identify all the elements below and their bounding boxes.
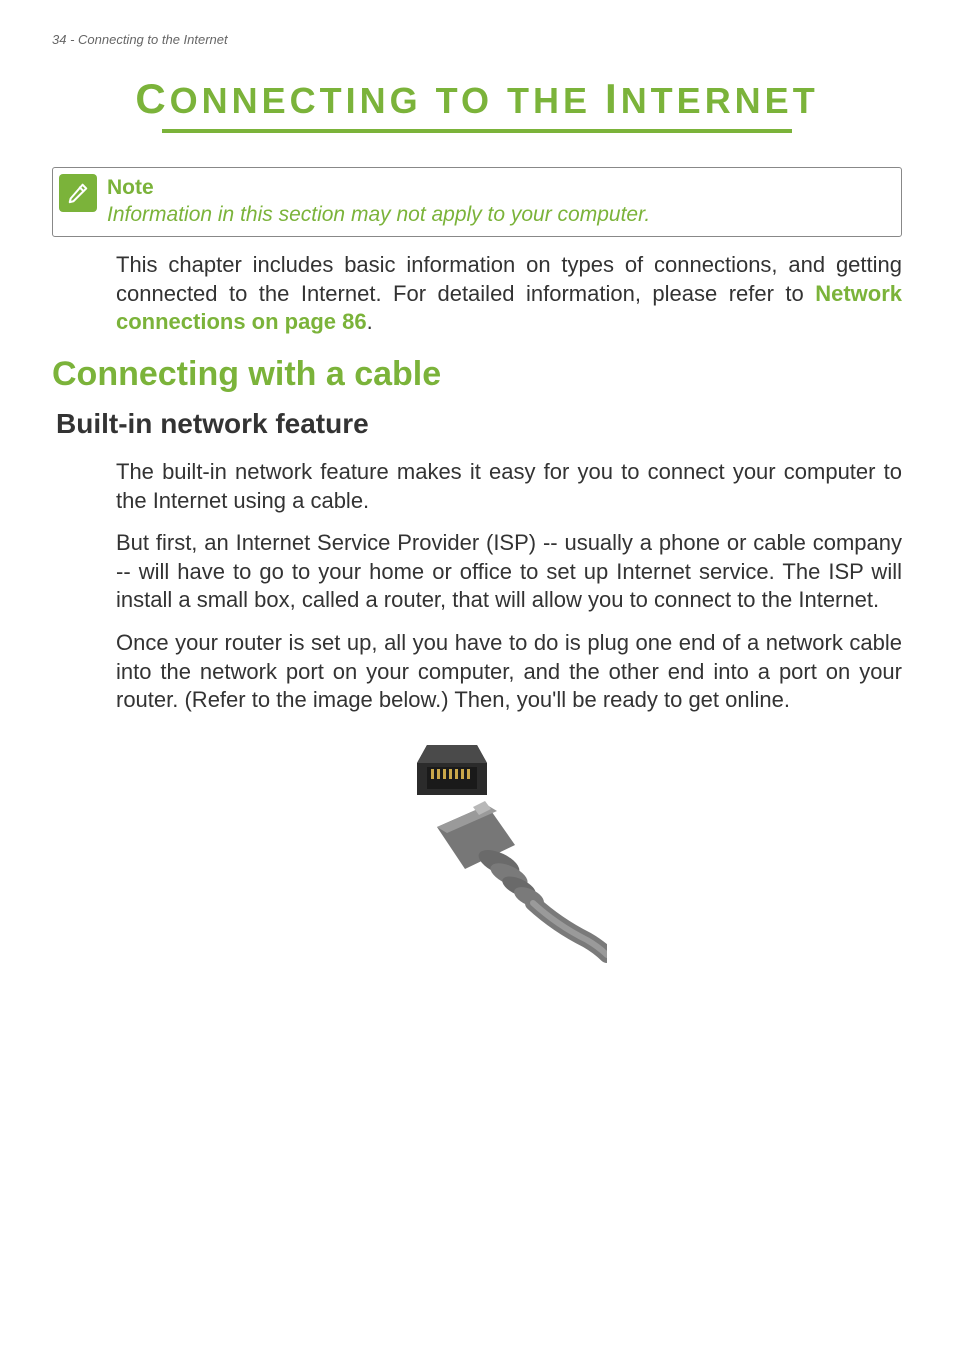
chapter-title: CONNECTING TO THE INTERNET [52,75,902,123]
chapter-title-underline [162,129,792,133]
pencil-icon [59,174,97,212]
intro-paragraph: This chapter includes basic information … [116,251,902,337]
body-paragraph-2: But first, an Internet Service Provider … [116,529,902,615]
body-paragraph-1: The built-in network feature makes it ea… [116,458,902,515]
note-text: Information in this section may not appl… [107,203,650,226]
note-label: Note [107,176,891,200]
note-callout: Note Information in this section may not… [52,167,902,237]
body-paragraph-3: Once your router is set up, all you have… [116,629,902,715]
section-heading-connecting-cable: Connecting with a cable [52,355,902,394]
intro-text-before: This chapter includes basic information … [116,252,902,306]
subsection-heading-builtin-network: Built-in network feature [56,408,902,440]
intro-text-after: . [367,309,373,334]
ethernet-illustration [52,735,902,965]
running-header: 34 - Connecting to the Internet [52,32,902,47]
